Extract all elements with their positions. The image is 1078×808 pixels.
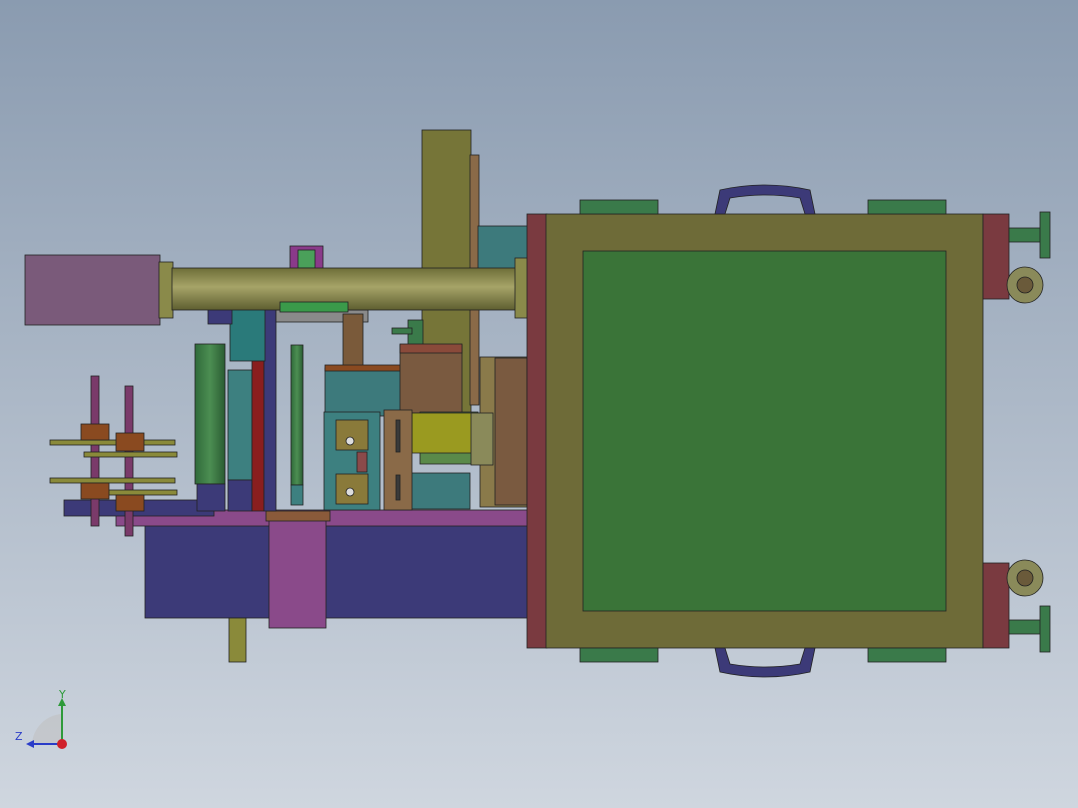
z-axis-label: Z (15, 730, 23, 743)
shaft-left-1 (90, 375, 100, 527)
indigo-column (263, 305, 277, 512)
cylinder-green-base (196, 483, 226, 512)
inner-green-panel (582, 250, 947, 612)
hub-3 (80, 482, 110, 500)
upper-bracket (229, 305, 266, 362)
cylinder-teal (227, 369, 253, 481)
top-handle-2 (867, 199, 947, 215)
clamp-upper (335, 419, 369, 451)
brown-box (399, 344, 463, 414)
yellow-block-side (470, 412, 494, 466)
top-handle-1 (579, 199, 659, 215)
guide-slot-1 (395, 419, 401, 453)
cylinder-green (194, 343, 226, 485)
caster-hub-top (1016, 276, 1034, 294)
motor-green-core (297, 249, 316, 269)
green-tab (391, 327, 413, 335)
hub-2 (115, 432, 145, 452)
shaft-left-2 (124, 385, 134, 537)
brown-box-cap (399, 343, 463, 354)
base-pink-column (268, 519, 327, 629)
base-cap (265, 510, 331, 522)
bottom-handle-2 (867, 647, 947, 663)
triad-arc (32, 714, 62, 744)
base-block (144, 524, 529, 619)
rod-left-cylinder (24, 254, 161, 326)
clamp-hole-lower (345, 487, 355, 497)
x-axis-dot (57, 739, 67, 749)
orientation-triad[interactable]: Y Z (10, 686, 80, 756)
cylinder-teal-base (227, 479, 253, 512)
rod-green-strip (279, 301, 349, 313)
disc-plate-3 (49, 477, 176, 484)
hub-4 (115, 494, 145, 512)
rod-left-collar (158, 261, 174, 319)
housing-cap (324, 364, 402, 372)
leveling-foot-pad-bottom (1039, 605, 1051, 653)
caster-hub-bottom (1016, 569, 1034, 587)
y-axis-label: Y (59, 688, 66, 701)
right-bracket-bottom (982, 562, 1010, 649)
bottom-handle-1 (579, 647, 659, 663)
cad-viewport[interactable] (0, 0, 1078, 808)
thin-green-rod (290, 344, 304, 486)
small-red-pin (356, 451, 368, 473)
leveling-foot-pad-top (1039, 211, 1051, 259)
thin-rod-tip (290, 484, 304, 506)
right-bracket-top (982, 213, 1010, 300)
guide-slot-2 (395, 474, 401, 501)
hub-1 (80, 423, 110, 441)
brown-upright (342, 313, 364, 370)
teal-housing-top (324, 367, 402, 417)
clamp-hole-upper (345, 436, 355, 446)
frame-end-plate (526, 213, 548, 649)
z-axis-arrow (26, 740, 34, 748)
disc-plate-2 (83, 451, 178, 458)
khaki-side (494, 357, 528, 506)
foot-peg (228, 617, 247, 663)
leveling-foot-stem-bottom (1008, 619, 1042, 635)
teal-housing-bottom (409, 472, 471, 510)
triad-graphic (26, 698, 67, 749)
leveling-foot-stem-top (1008, 227, 1042, 243)
yellow-block (411, 412, 473, 454)
disc-plate-1 (49, 439, 176, 446)
